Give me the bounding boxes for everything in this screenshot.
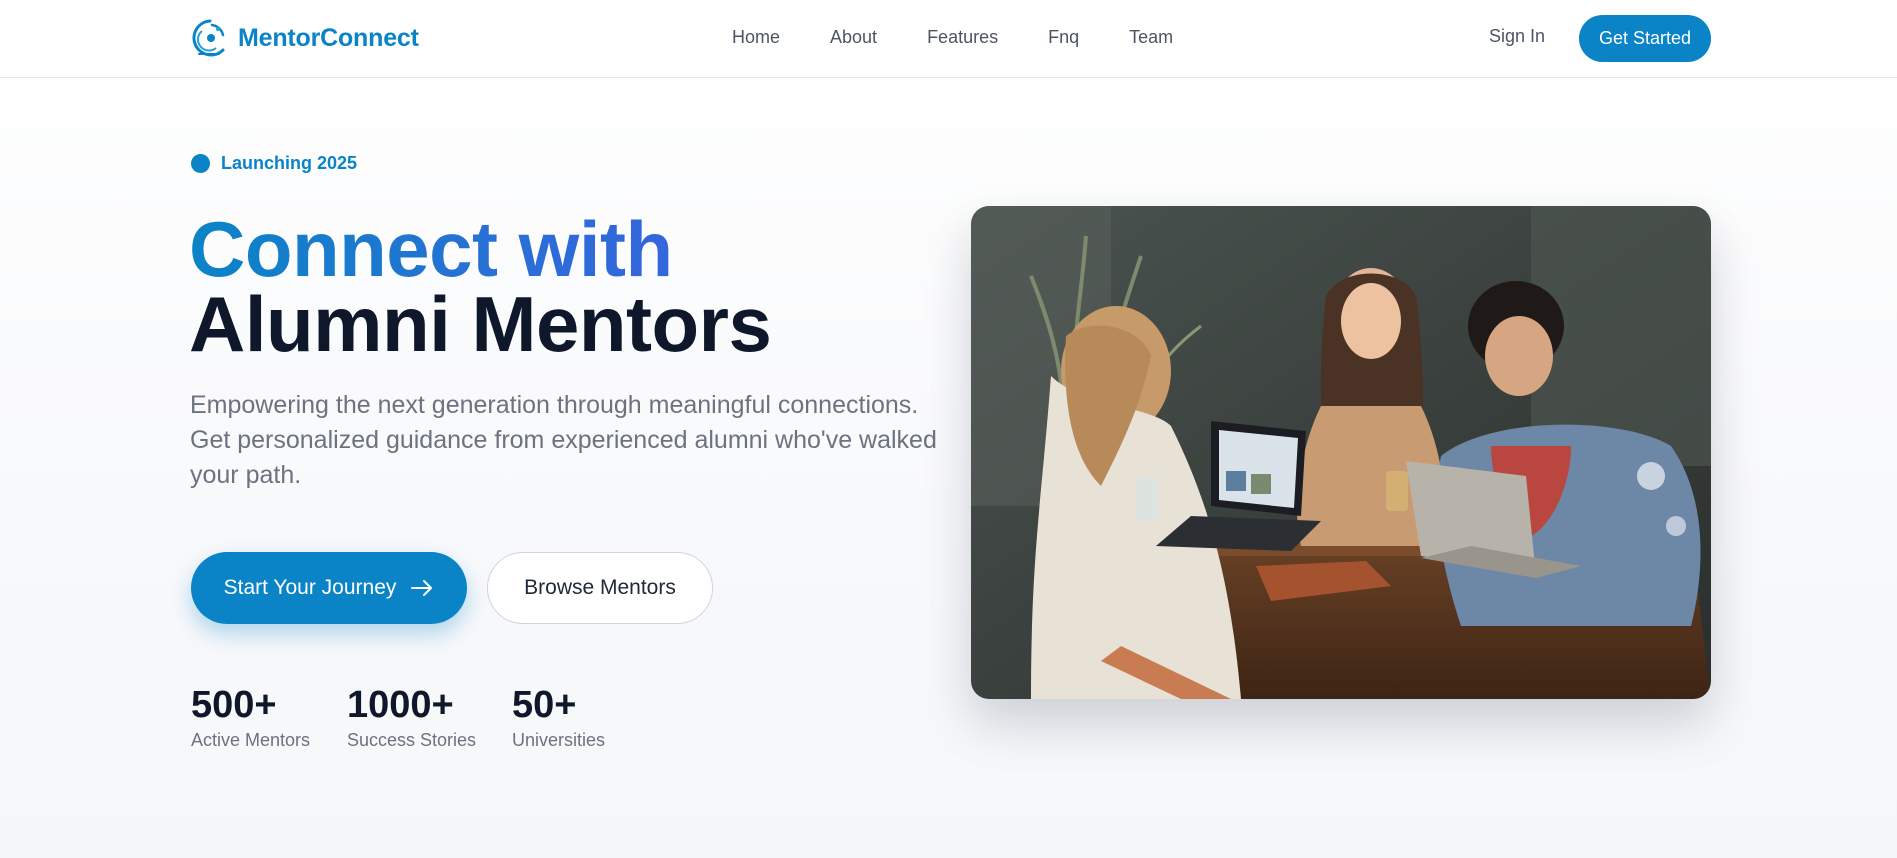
- globe-orbit-logo-icon: [192, 19, 225, 57]
- badge-text: Launching 2025: [221, 153, 358, 173]
- stat-label: Universities: [512, 730, 606, 750]
- nav-link-about[interactable]: About: [830, 27, 877, 48]
- stat-success-stories: 1000+ Success Stories: [347, 684, 476, 751]
- stat-universities: 50+ Universities: [512, 684, 605, 751]
- browse-mentors-button[interactable]: Browse Mentors: [487, 552, 713, 624]
- launch-badge: Launching 2025: [191, 153, 357, 174]
- brand[interactable]: MentorConnect: [190, 16, 419, 60]
- badge-dot-icon: [191, 154, 210, 173]
- nav-link-team[interactable]: Team: [1129, 27, 1173, 48]
- arrow-right-icon: [411, 580, 433, 596]
- stat-value: 50+: [512, 684, 577, 726]
- sign-in-link[interactable]: Sign In: [1489, 26, 1545, 47]
- stat-active-mentors: 500+ Active Mentors: [191, 684, 310, 751]
- headline-line-1: Connect with: [189, 210, 771, 288]
- nav-link-home[interactable]: Home: [732, 27, 780, 48]
- students-photo-illustration: [971, 206, 1711, 699]
- top-navbar: MentorConnect Home About Features Fnq Te…: [0, 0, 1897, 78]
- stat-value: 1000+: [347, 684, 454, 726]
- hero-photo: [971, 206, 1711, 699]
- nav-link-features[interactable]: Features: [927, 27, 998, 48]
- start-journey-button[interactable]: Start Your Journey: [191, 552, 467, 624]
- stat-label: Active Mentors: [191, 730, 311, 750]
- headline-line-2: Alumni Mentors: [189, 280, 772, 368]
- hero-headline: Connect with Alumni Mentors: [189, 210, 772, 368]
- get-started-button[interactable]: Get Started: [1579, 15, 1711, 62]
- start-journey-label: Start Your Journey: [223, 576, 397, 599]
- primary-nav: Home About Features Fnq Team: [732, 27, 1173, 48]
- stat-value: 500+: [191, 684, 277, 726]
- nav-link-fnq[interactable]: Fnq: [1048, 27, 1079, 48]
- hero-subtitle: Empowering the next generation through m…: [190, 391, 937, 489]
- brand-name: MentorConnect: [238, 23, 419, 52]
- stat-label: Success Stories: [347, 730, 477, 750]
